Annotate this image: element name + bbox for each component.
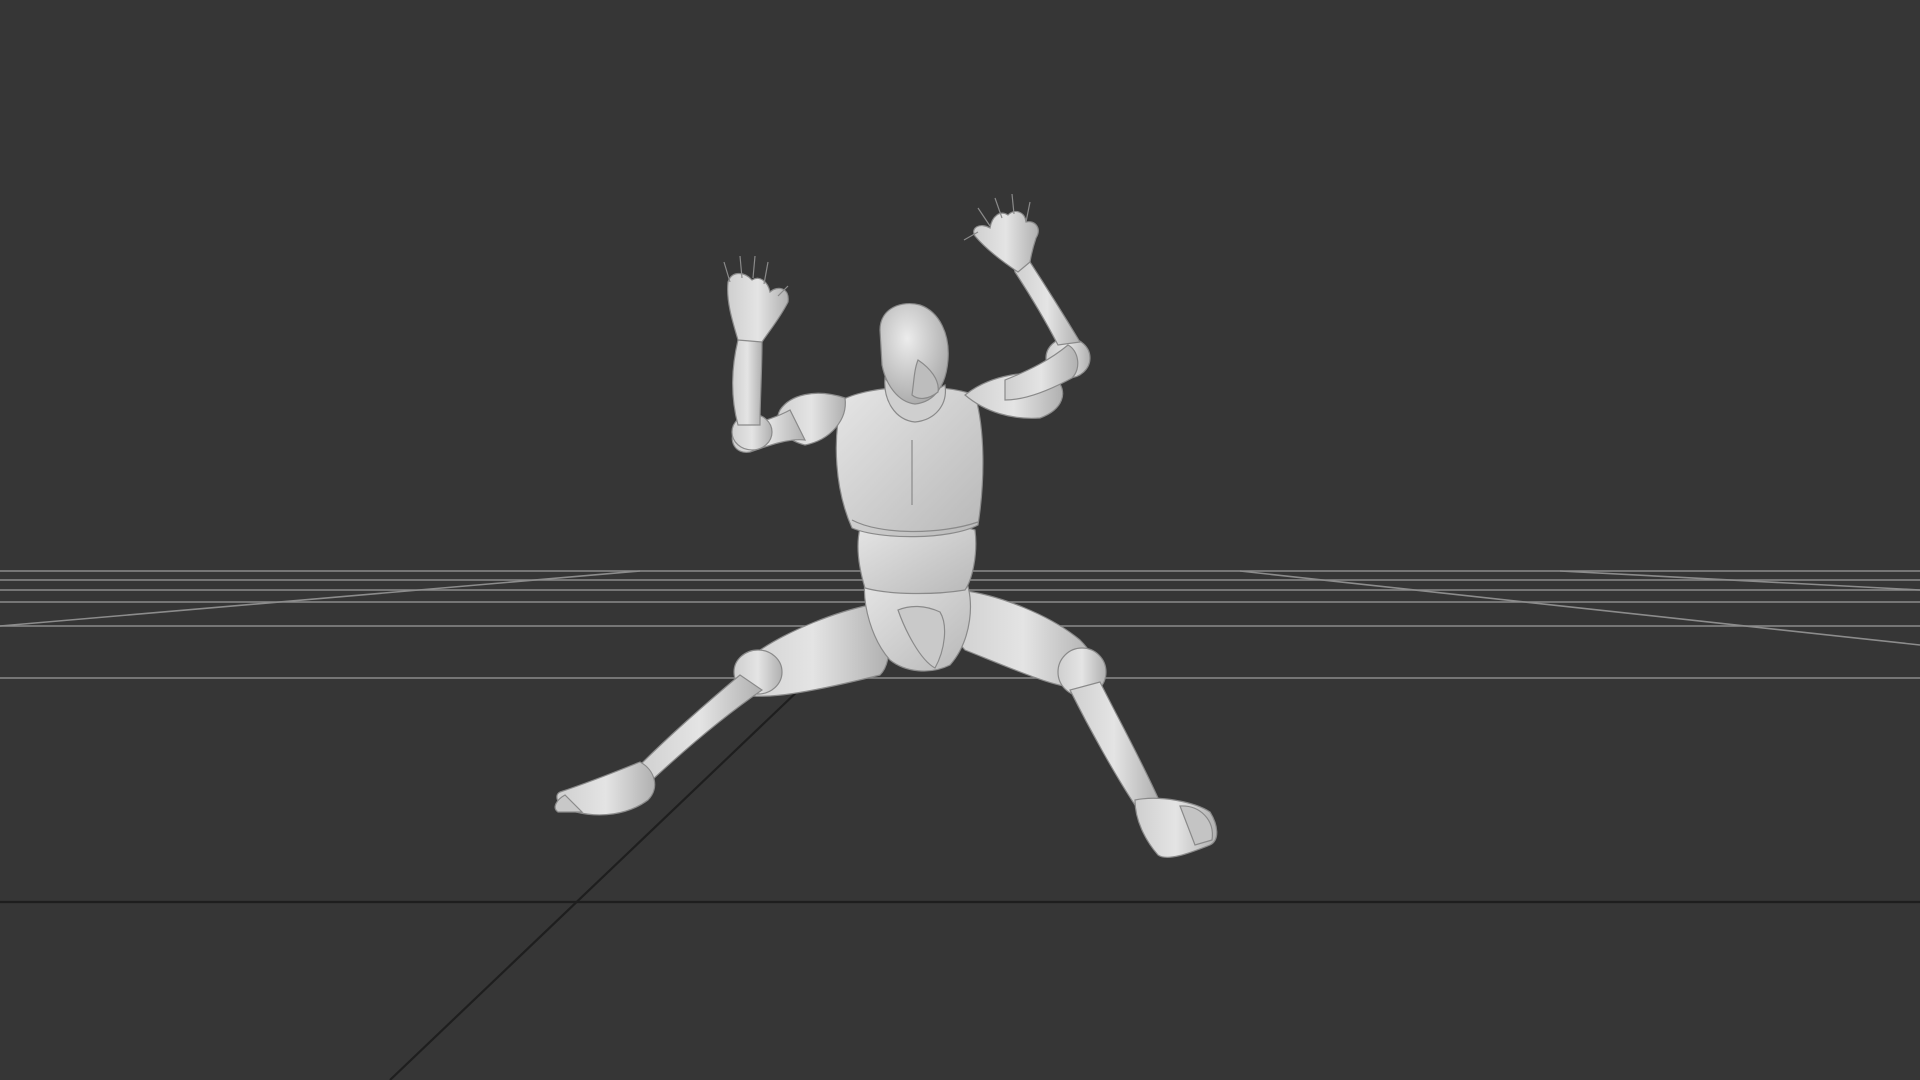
grid-line bbox=[1239, 570, 1920, 646]
right-leg[interactable] bbox=[950, 589, 1218, 858]
world-axes bbox=[0, 686, 1920, 1080]
viewport-canvas[interactable] bbox=[0, 0, 1920, 1080]
right-hand bbox=[973, 210, 1039, 273]
left-shin bbox=[636, 674, 764, 782]
left-hand bbox=[727, 272, 789, 343]
left-forearm bbox=[732, 332, 763, 426]
right-upper-arm bbox=[1004, 344, 1079, 401]
z-axis-line bbox=[389, 686, 803, 1080]
mannequin-model[interactable] bbox=[554, 193, 1218, 858]
right-forearm bbox=[1013, 259, 1081, 346]
left-arm[interactable] bbox=[723, 255, 846, 453]
3d-viewport[interactable] bbox=[0, 0, 1920, 1080]
right-arm[interactable] bbox=[963, 193, 1091, 419]
left-leg[interactable] bbox=[554, 604, 890, 816]
right-shin bbox=[1069, 681, 1159, 812]
